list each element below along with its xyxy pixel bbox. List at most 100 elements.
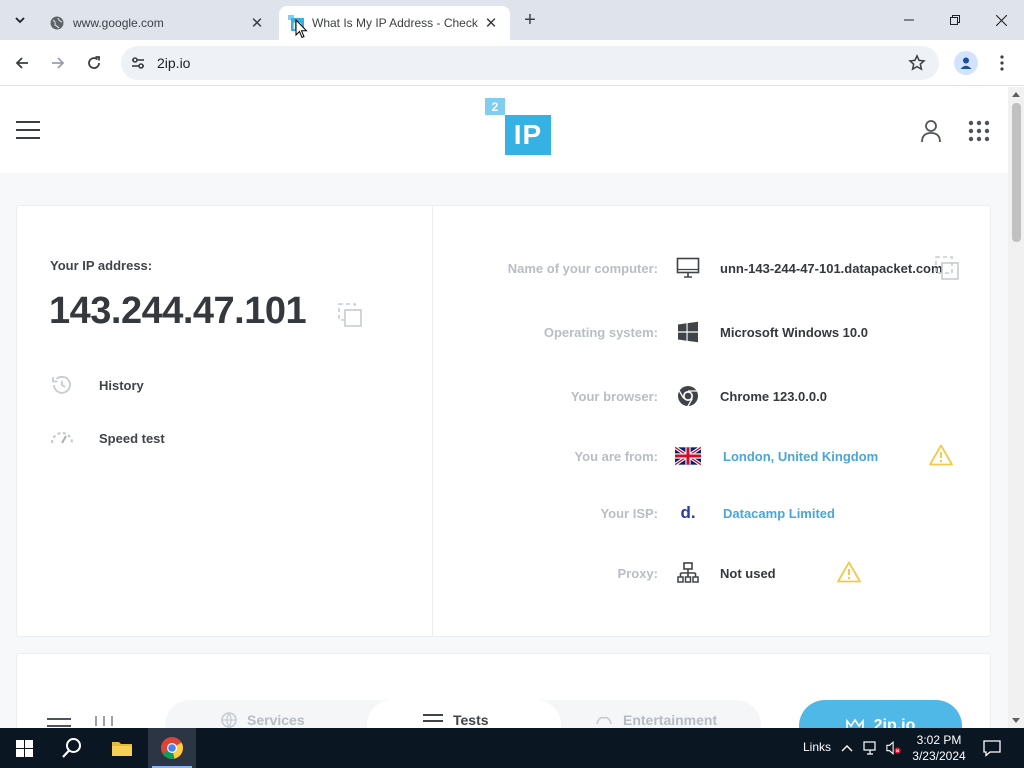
tab-entertainment[interactable]: Entertainment <box>595 712 717 728</box>
search-icon <box>62 738 81 758</box>
reload-icon <box>88 56 100 69</box>
section-tabs: Services Tests Entertainment <box>165 700 761 728</box>
arrow-right-icon <box>52 57 65 69</box>
info-value: unn-143-244-47-101.datapacket.com <box>720 261 943 276</box>
chrome-icon <box>161 737 183 759</box>
gamepad-icon <box>596 716 612 725</box>
user-icon[interactable] <box>918 118 944 144</box>
isp-logo-text: d. <box>680 503 696 522</box>
back-button[interactable] <box>8 49 36 77</box>
scroll-up-icon[interactable] <box>1012 92 1020 97</box>
warning-icon[interactable] <box>837 561 861 583</box>
windows-icon <box>675 320 701 344</box>
close-window-button[interactable] <box>978 0 1024 40</box>
clock-date: 3/23/2024 <box>912 749 966 763</box>
logo-badge-small: 2 <box>485 98 505 115</box>
links-toolbar-label[interactable]: Links <box>803 740 831 754</box>
browser-menu-button[interactable] <box>992 50 1012 76</box>
location-link[interactable]: London, United Kingdom <box>723 449 878 464</box>
profile-avatar[interactable] <box>954 51 978 75</box>
list-icon <box>423 714 443 722</box>
tab-google[interactable]: www.google.com ✕ <box>40 6 276 40</box>
cta-label: 2ip.io <box>873 717 916 728</box>
history-link[interactable]: History <box>49 373 144 397</box>
globe-icon <box>49 15 65 31</box>
reload-button[interactable] <box>80 49 108 77</box>
volume-muted-icon[interactable] <box>886 740 902 756</box>
monitor-icon <box>675 256 701 280</box>
copy-hostname-icon[interactable] <box>933 254 961 282</box>
info-key: Operating system: <box>543 325 658 340</box>
taskbar-search-button[interactable] <box>48 728 96 768</box>
speedometer-icon <box>49 426 75 450</box>
start-button[interactable] <box>0 728 48 768</box>
2ip-cta-button[interactable]: 2ip.io <box>799 700 962 728</box>
minimize-button[interactable] <box>886 0 932 40</box>
tab-title: www.google.com <box>73 16 164 30</box>
tab-label: Services <box>247 712 305 728</box>
forward-button[interactable] <box>44 49 72 77</box>
warning-icon[interactable] <box>929 444 953 466</box>
close-icon <box>995 14 1007 26</box>
scroll-down-icon[interactable] <box>1012 718 1020 723</box>
grid-icon[interactable] <box>95 716 115 726</box>
speed-test-link[interactable]: Speed test <box>49 426 165 450</box>
secondary-nav-panel: Services Tests Entertainment 2ip.io <box>16 653 991 728</box>
chrome-icon <box>675 384 701 408</box>
windows-taskbar: Links 3:02 PM 3/23/2024 <box>0 728 1024 768</box>
tab-title: What Is My IP Address - Check <box>312 16 478 30</box>
info-key: Name of your computer: <box>507 261 658 276</box>
apps-grid-icon[interactable] <box>968 120 990 142</box>
tab-tests[interactable]: Tests <box>423 712 489 728</box>
address-bar[interactable]: 2ip.io <box>121 46 939 80</box>
history-icon <box>49 373 75 397</box>
site-info-icon[interactable] <box>129 54 147 72</box>
info-key: Your ISP: <box>600 506 658 521</box>
network-tray-icon[interactable] <box>863 740 879 756</box>
tab-2ip[interactable]: IP What Is My IP Address - Check ✕ <box>279 6 510 40</box>
url-text[interactable]: 2ip.io <box>157 55 190 71</box>
info-value: Microsoft Windows 10.0 <box>720 325 868 340</box>
menu-icon[interactable] <box>47 718 71 728</box>
chrome-taskbar-button[interactable] <box>148 728 196 768</box>
folder-icon <box>112 742 132 756</box>
menu-icon[interactable] <box>16 121 41 141</box>
web-page: 2 IP Your IP address: 143.244.47.101 His… <box>0 87 1008 728</box>
close-icon[interactable]: ✕ <box>248 14 266 32</box>
arrow-left-icon <box>15 57 28 69</box>
restore-button[interactable] <box>932 0 978 40</box>
info-row-browser: Your browser: Chrome 123.0.0.0 <box>433 381 991 411</box>
file-explorer-button[interactable] <box>98 728 146 768</box>
info-key: Proxy: <box>617 566 658 581</box>
isp-link[interactable]: Datacamp Limited <box>723 506 835 521</box>
new-tab-button[interactable]: + <box>519 9 541 31</box>
tab-services[interactable]: Services <box>221 712 305 728</box>
scrollbar-thumb[interactable] <box>1012 103 1021 242</box>
info-row-proxy: Proxy: Not used <box>433 558 991 588</box>
mouse-cursor-icon <box>295 19 308 39</box>
ip-address-value[interactable]: 143.244.47.101 <box>49 290 307 333</box>
info-key: You are from: <box>574 449 658 464</box>
restore-icon <box>950 15 960 25</box>
notification-icon[interactable] <box>982 739 1002 757</box>
info-row-isp: Your ISP: d. Datacamp Limited <box>433 498 991 528</box>
tab-label: Tests <box>453 712 489 728</box>
close-icon[interactable]: ✕ <box>482 14 500 32</box>
chevron-down-icon <box>15 17 25 24</box>
more-vertical-icon <box>1000 55 1004 71</box>
site-header: 2 IP <box>0 87 1008 173</box>
info-row-os: Operating system: Microsoft Windows 10.0 <box>433 317 991 347</box>
info-value: Chrome 123.0.0.0 <box>720 389 827 404</box>
taskbar-clock[interactable]: 3:02 PM 3/23/2024 <box>911 732 967 764</box>
tab-label: Entertainment <box>623 712 718 728</box>
info-row-location: You are from: London, United Kingdom <box>433 441 991 471</box>
crown-icon <box>845 718 864 728</box>
chevron-up-icon[interactable] <box>839 740 855 756</box>
bookmark-star-icon[interactable] <box>907 53 927 73</box>
page-scrollbar[interactable] <box>1008 87 1024 728</box>
speed-test-label: Speed test <box>99 430 165 446</box>
tab-search-button[interactable] <box>9 9 31 31</box>
copy-ip-icon[interactable] <box>336 301 364 329</box>
person-icon <box>960 57 972 69</box>
site-logo[interactable]: 2 IP <box>485 98 553 156</box>
